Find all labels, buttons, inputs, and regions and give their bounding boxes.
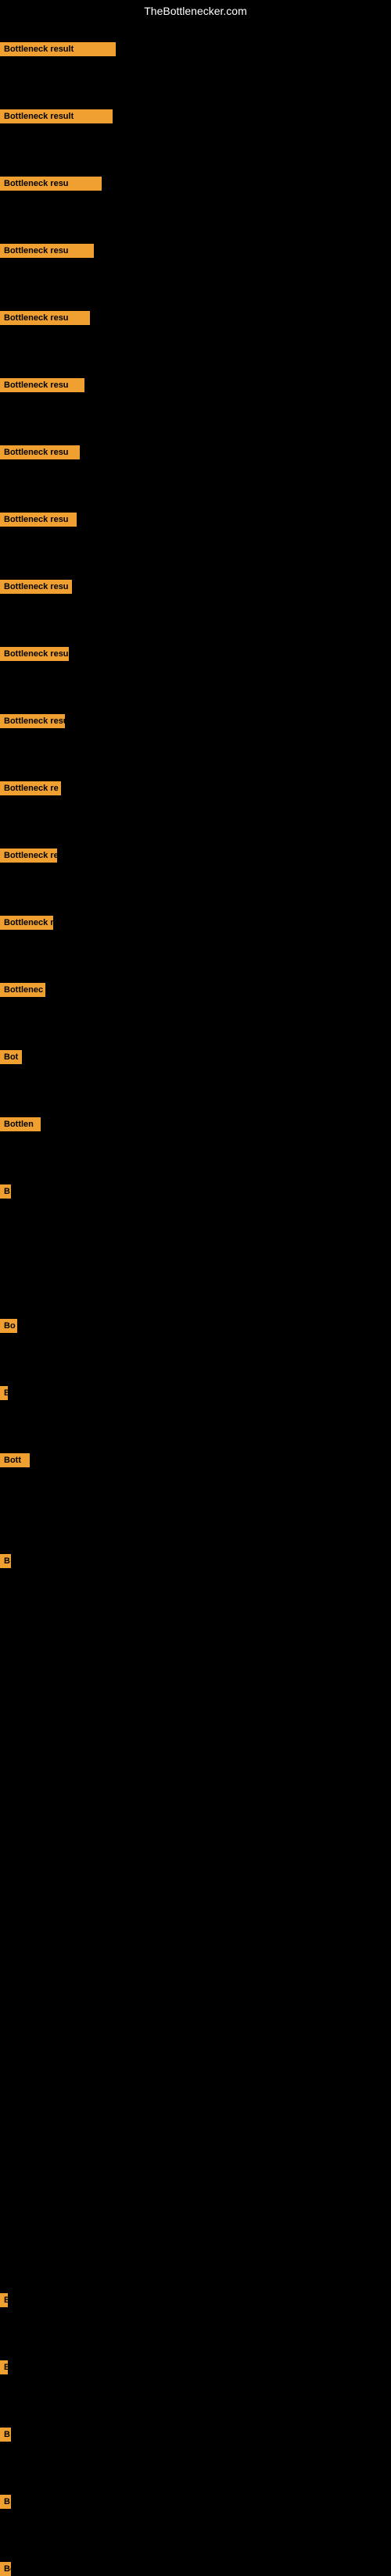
bar-label: Bottleneck resu (0, 244, 94, 258)
bar-row: B (0, 2360, 8, 2374)
bar-row: Bottlen (0, 1117, 41, 1131)
bar-label: B (0, 2428, 11, 2442)
bar-row: B (0, 1554, 11, 1568)
bar-row: B (0, 2428, 11, 2442)
bar-label: B (0, 2293, 8, 2307)
bar-label: Bottleneck resu (0, 378, 84, 392)
bar-row: Bottleneck resu (0, 714, 65, 728)
bar-label: B (0, 2495, 11, 2509)
bar-row: Bot (0, 1050, 22, 1064)
bar-label: Bottlen (0, 1117, 41, 1131)
bar-label: Bottleneck resu (0, 445, 80, 459)
bar-label: Bo (0, 2562, 11, 2576)
bar-row: Bottleneck resu (0, 244, 94, 258)
bar-row: Bottleneck resu (0, 378, 84, 392)
bar-row: Bottleneck result (0, 42, 116, 56)
bar-label: Bottlenec (0, 983, 45, 997)
bar-label: Bottleneck re (0, 916, 53, 930)
bar-row: B (0, 1184, 11, 1199)
bar-label: Bottleneck re (0, 781, 61, 795)
bar-row: Bottleneck resu (0, 177, 102, 191)
bar-label: B (0, 1184, 11, 1199)
bar-label: Bottleneck resu (0, 714, 65, 728)
bar-row: Bottleneck re (0, 849, 57, 863)
bar-label: Bottleneck result (0, 42, 116, 56)
bar-row: Bottleneck re (0, 916, 53, 930)
bar-label: Bottleneck resu (0, 311, 90, 325)
bar-label: Bottleneck re (0, 849, 57, 863)
bar-label: Bottleneck resu (0, 647, 69, 661)
bar-row: Bott (0, 1453, 30, 1467)
bar-row: Bottlenec (0, 983, 45, 997)
bar-label: Bottleneck result (0, 109, 113, 123)
bar-row: Bottleneck result (0, 109, 113, 123)
bar-label: B (0, 2360, 8, 2374)
bar-label: Bottleneck resu (0, 580, 72, 594)
bar-row: B (0, 2495, 11, 2509)
bar-row: B (0, 2293, 8, 2307)
bar-row: Bottleneck resu (0, 445, 80, 459)
bar-row: B (0, 1386, 8, 1400)
bar-row: Bo (0, 2562, 11, 2576)
bar-row: Bottleneck resu (0, 311, 90, 325)
bar-label: Bottleneck resu (0, 177, 102, 191)
bar-row: Bottleneck resu (0, 647, 69, 661)
bar-row: Bottleneck re (0, 781, 61, 795)
site-title: TheBottlenecker.com (0, 0, 391, 22)
bar-label: Bo (0, 1319, 17, 1333)
bar-row: Bo (0, 1319, 17, 1333)
bar-label: Bottleneck resu (0, 513, 77, 527)
bar-row: Bottleneck resu (0, 513, 77, 527)
bar-label: B (0, 1386, 8, 1400)
bar-row: Bottleneck resu (0, 580, 72, 594)
bar-label: Bott (0, 1453, 30, 1467)
bar-label: B (0, 1554, 11, 1568)
bar-label: Bot (0, 1050, 22, 1064)
